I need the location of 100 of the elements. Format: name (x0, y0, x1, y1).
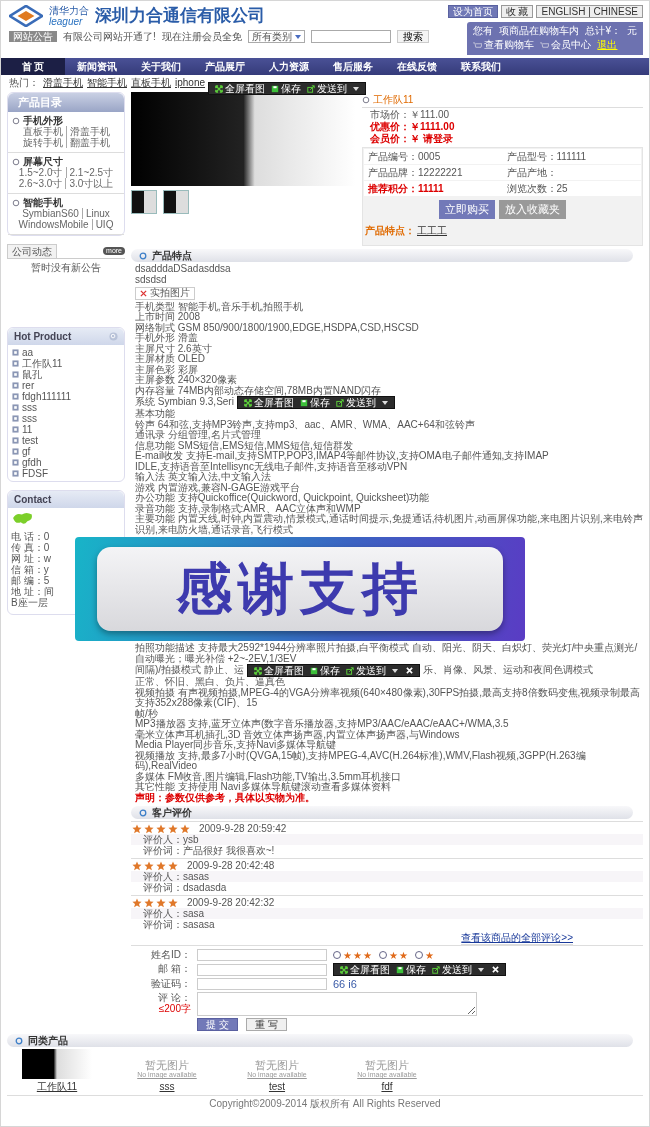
spec-cell-text: 推荐积分：11111 (367, 182, 445, 196)
fullscreen-button[interactable]: 全屏看图 (253, 665, 304, 676)
cart-link[interactable]: 查看购物车 (473, 38, 535, 52)
share-icon (335, 398, 344, 407)
cart-link[interactable]: 会员中心 (540, 38, 592, 52)
hot-product-item[interactable]: FDSF (8, 468, 124, 479)
header-link[interactable]: 收 藏 (500, 5, 534, 18)
hot-product-item[interactable]: rer (8, 380, 124, 391)
star-icon (156, 823, 166, 834)
hot-product-item[interactable]: gfdh (8, 457, 124, 468)
reset-button[interactable]: 重 写 (245, 1018, 287, 1031)
thumbnail[interactable] (131, 190, 157, 214)
product-link[interactable]: sss (159, 1081, 175, 1092)
send-to-button[interactable]: 发送到 (307, 83, 347, 94)
send-to-button[interactable]: 发送到 (335, 397, 376, 408)
caret-icon[interactable] (353, 86, 359, 91)
group-title: 智能手机 (23, 197, 63, 208)
save-button[interactable]: 保存 (396, 964, 426, 975)
save-button[interactable]: 保存 (309, 665, 340, 676)
category-link[interactable]: 直板手机 (19, 126, 66, 137)
nav-item[interactable]: 新闻资讯 (65, 58, 129, 75)
square-icon (12, 470, 19, 477)
fullscreen-button[interactable]: 全屏看图 (340, 964, 390, 975)
close-icon[interactable] (405, 667, 413, 674)
spec-cell-text: 产品型号：111111 (505, 150, 588, 164)
caret-icon[interactable] (478, 967, 484, 972)
share-icon (432, 965, 440, 974)
reviewer-text: 评价人：ysb (131, 834, 643, 845)
spec-cell-text: 产品产地： (505, 166, 558, 180)
radio-button[interactable] (379, 951, 387, 959)
category-link[interactable]: 3.0寸以上 (65, 178, 117, 189)
send-to-button[interactable]: 发送到 (345, 665, 386, 676)
header-link[interactable]: ENGLISH | CHINESE (536, 5, 643, 18)
category-link[interactable]: 翻盖手机 (65, 137, 113, 148)
section-title: 同类产品 (28, 1035, 68, 1046)
hot-link[interactable]: 滑盖手机 (43, 77, 83, 88)
hot-product-item[interactable]: gf (8, 446, 124, 457)
search-button[interactable]: 搜索 (396, 30, 429, 43)
all-reviews-link[interactable]: 查看该商品的全部评论>> (461, 932, 573, 945)
hot-product-item[interactable]: sss (8, 413, 124, 424)
review-text: 评价词：产品很好 我很喜欢~! (142, 845, 276, 856)
news-tab[interactable]: 公司动态 (7, 244, 57, 258)
comment-field[interactable] (197, 992, 477, 1016)
caret-icon[interactable] (381, 400, 388, 405)
radio-button[interactable] (333, 951, 341, 959)
caret-icon[interactable] (391, 668, 398, 673)
nav-item[interactable]: 关于我们 (129, 58, 193, 75)
nav-item[interactable]: 售后服务 (321, 58, 385, 75)
input-field[interactable] (197, 963, 327, 976)
nav-item[interactable]: 联系我们 (449, 58, 513, 75)
hot-product-item[interactable]: fdgh111111 (8, 391, 124, 402)
save-button[interactable]: 保存 (299, 397, 330, 408)
logout-link[interactable]: 退出 (597, 38, 618, 52)
expand-icon (340, 965, 348, 974)
product-link[interactable]: fdf (381, 1081, 393, 1092)
square-icon (12, 360, 19, 367)
caret-icon (294, 34, 301, 39)
nav-item[interactable]: 产品展厅 (193, 58, 257, 75)
nav-item[interactable]: 人力资源 (257, 58, 321, 75)
hot-product-item[interactable]: 工作队11 (8, 358, 124, 369)
nav-item[interactable]: 在线反馈 (385, 58, 449, 75)
hot-link[interactable]: iphone (175, 77, 206, 88)
category-link[interactable]: 2.1~2.5寸 (65, 167, 117, 178)
header-link[interactable]: 设为首页 (447, 5, 498, 18)
fullscreen-button[interactable]: 全屏看图 (243, 397, 294, 408)
category-link[interactable]: WindowsMobile (15, 219, 92, 230)
hot-product-item[interactable]: sss (8, 402, 124, 413)
product-link[interactable]: 工作队11 (36, 1081, 78, 1092)
hot-product-item[interactable]: test (8, 435, 124, 446)
input-field[interactable] (197, 949, 327, 961)
category-link[interactable]: 旋转手机 (19, 137, 66, 148)
category-link[interactable]: UIQ (91, 219, 117, 230)
star-icon (144, 860, 154, 871)
hot-product-item[interactable]: aa (8, 347, 124, 358)
contact-line: 信 箱：y (11, 564, 50, 575)
hot-product-item[interactable]: 鼠孔 (8, 369, 124, 380)
close-icon[interactable] (492, 966, 499, 973)
save-button[interactable]: 保存 (271, 83, 301, 94)
radio-button[interactable] (415, 951, 423, 959)
category-link[interactable]: 1.5~2.0寸 (15, 167, 66, 178)
input-field[interactable] (197, 978, 327, 990)
send-to-button[interactable]: 发送到 (432, 964, 472, 975)
hot-product-item[interactable]: 11 (8, 424, 124, 435)
submit-button[interactable]: 提 交 (197, 1018, 238, 1031)
buy-button[interactable]: 立即购买 (439, 200, 495, 219)
hot-link[interactable]: 智能手机 (87, 77, 127, 88)
thumbnail[interactable] (163, 190, 189, 214)
category-select[interactable]: 所有类别 (247, 30, 305, 43)
no-image-text: 暂无图片 (365, 1060, 409, 1071)
feature-link[interactable]: 工工工 (417, 225, 447, 243)
feature-text: 系统 Symbian 9.3,Seri (135, 397, 234, 408)
hot-link[interactable]: 直板手机 (131, 77, 171, 88)
category-link[interactable]: 2.6~3.0寸 (15, 178, 66, 189)
search-field[interactable] (310, 30, 391, 43)
category-link[interactable]: SymbianS60 (19, 208, 82, 219)
fullscreen-button[interactable]: 全屏看图 (215, 83, 265, 94)
nav-item[interactable]: 首 页 (1, 58, 65, 75)
category-link[interactable]: 滑盖手机 (65, 126, 113, 137)
product-link[interactable]: test (268, 1081, 286, 1092)
category-link[interactable]: Linux (81, 208, 113, 219)
